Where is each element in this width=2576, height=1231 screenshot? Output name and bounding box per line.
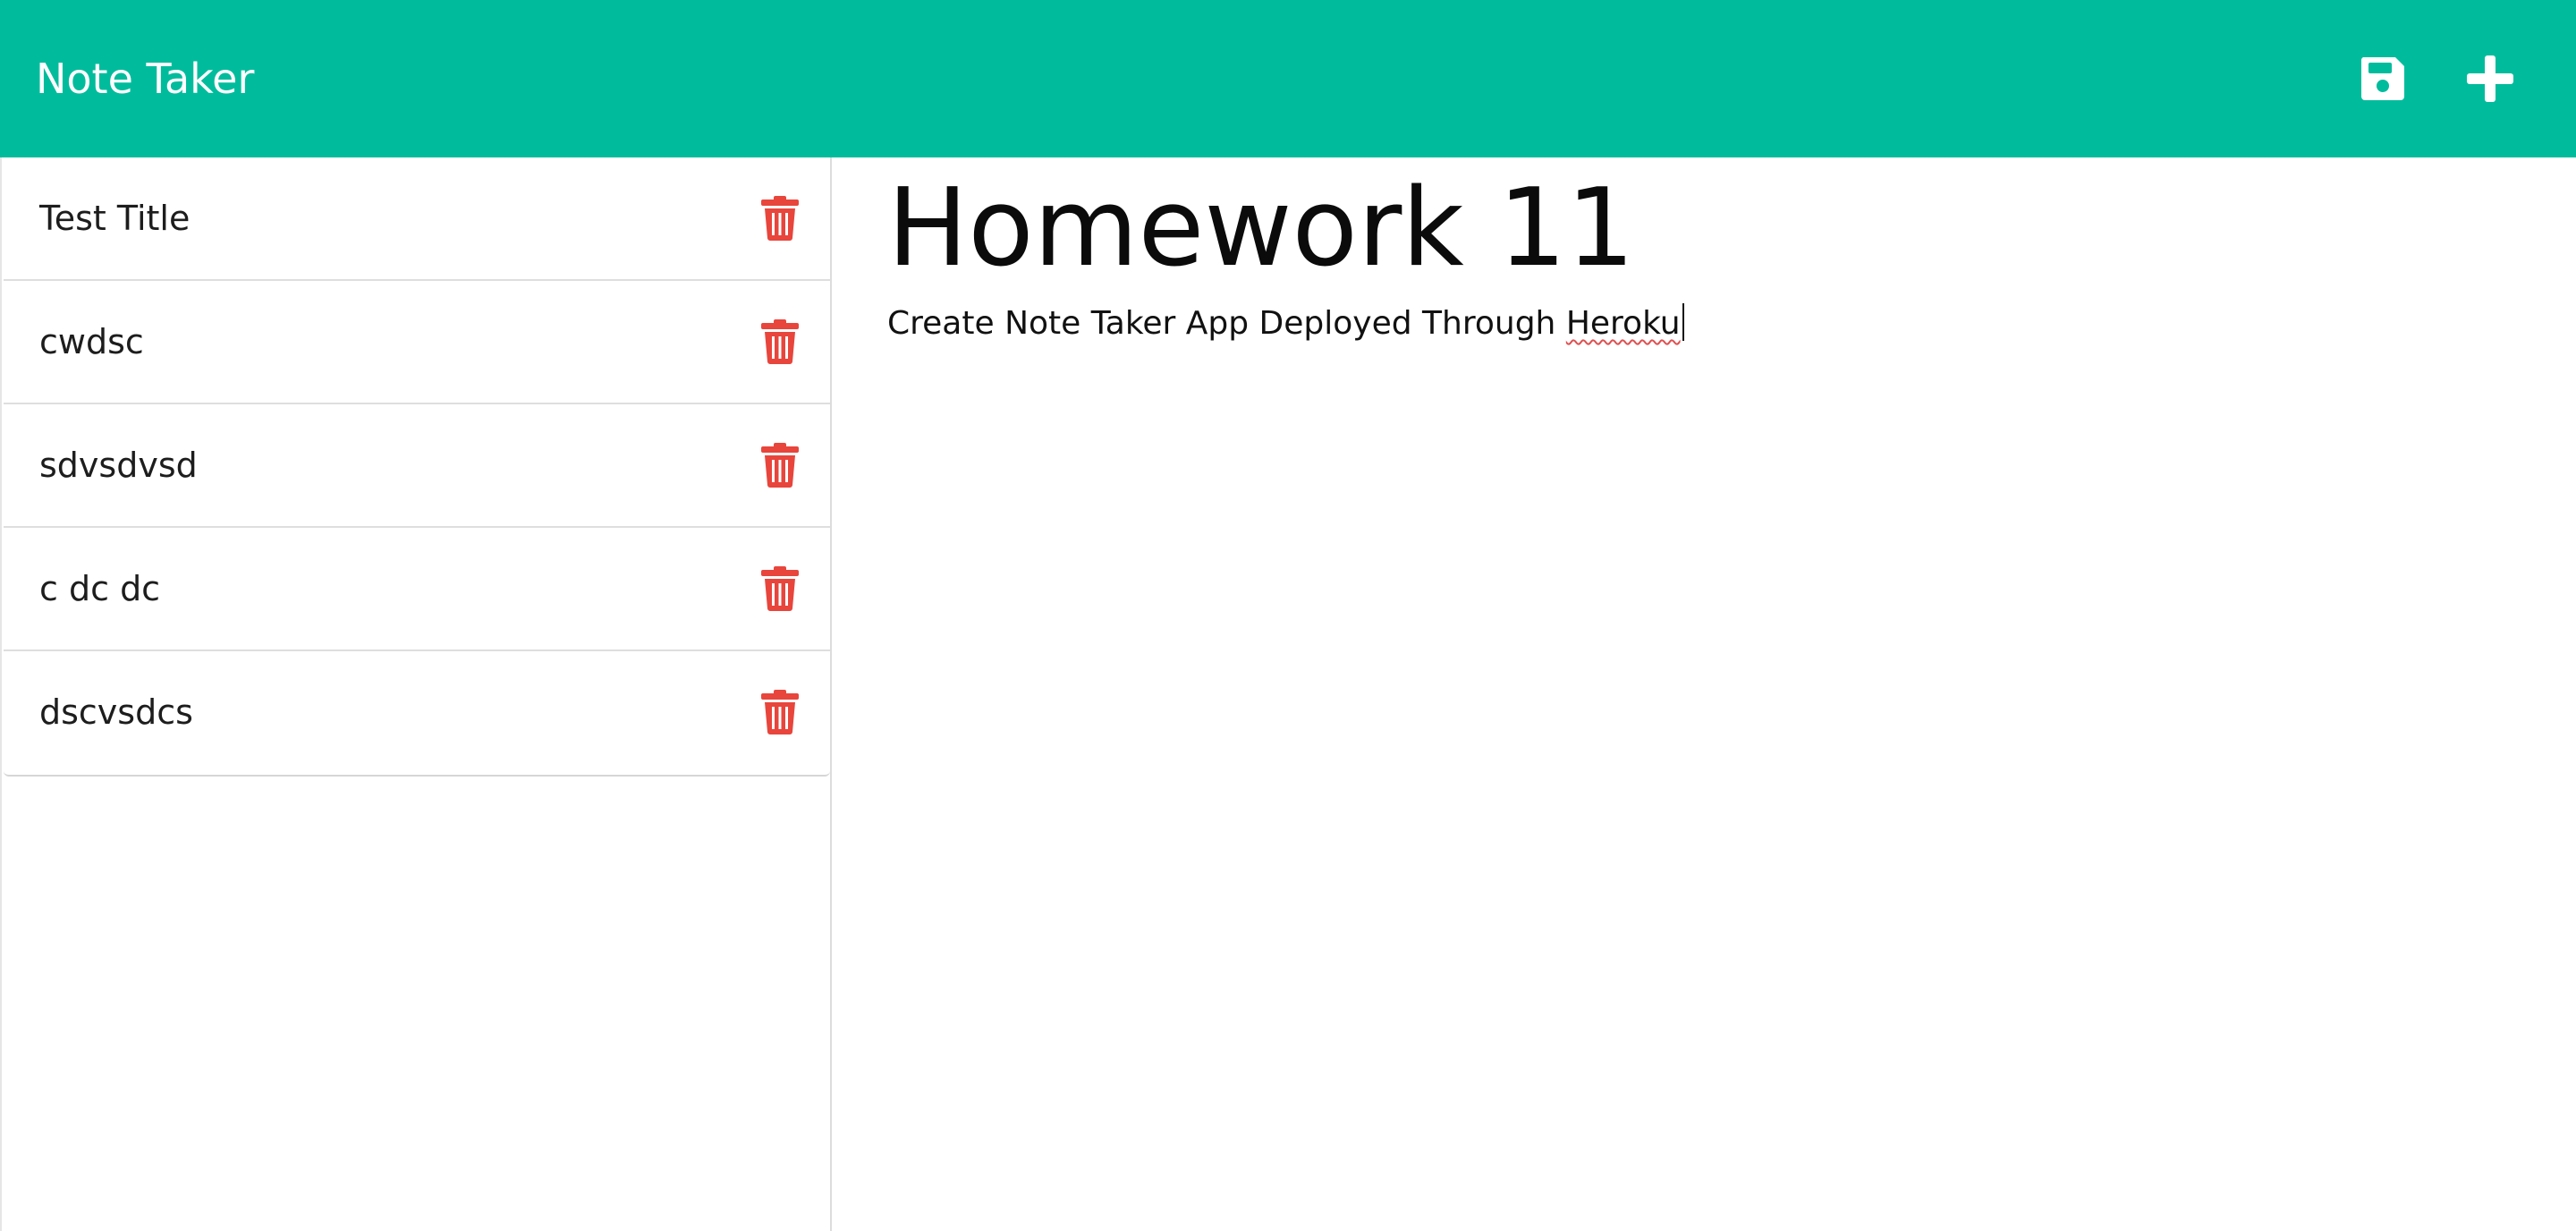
list-item[interactable]: dscvsdcs	[4, 651, 830, 775]
delete-note-button[interactable]	[755, 315, 805, 369]
plus-icon	[2467, 55, 2513, 102]
trash-icon	[761, 443, 799, 488]
text-cursor	[1682, 303, 1684, 341]
trash-icon	[761, 196, 799, 241]
trash-icon	[761, 566, 799, 611]
new-note-button[interactable]	[2454, 43, 2526, 115]
delete-note-button[interactable]	[755, 685, 805, 739]
note-list-title[interactable]: dscvsdcs	[39, 682, 193, 743]
note-list-title[interactable]: sdvsdvsd	[39, 435, 198, 496]
save-note-button[interactable]	[2347, 43, 2419, 115]
delete-note-button[interactable]	[755, 438, 805, 492]
list-item[interactable]: sdvsdvsd	[4, 404, 830, 528]
floppy-disk-icon	[2360, 57, 2404, 100]
note-list-title[interactable]: c dc dc	[39, 558, 160, 619]
delete-note-button[interactable]	[755, 191, 805, 245]
list-item[interactable]: cwdsc	[4, 281, 830, 404]
app-title[interactable]: Note Taker	[36, 48, 254, 109]
note-list-title[interactable]: Test Title	[39, 188, 190, 249]
note-list-title[interactable]: cwdsc	[39, 311, 144, 372]
trash-icon	[761, 319, 799, 364]
note-text-area[interactable]: Create Note Taker App Deployed Through H…	[887, 301, 2497, 1106]
trash-icon	[761, 690, 799, 734]
note-body-text: Create Note Taker App Deployed Through	[887, 305, 1566, 342]
delete-note-button[interactable]	[755, 562, 805, 616]
notes-sidebar: Test Title cwdsc sdvsdvsd c dc dc dscvsd…	[0, 157, 832, 1231]
list-item[interactable]: Test Title	[4, 157, 830, 281]
list-item[interactable]: c dc dc	[4, 528, 830, 651]
note-list: Test Title cwdsc sdvsdvsd c dc dc dscvsd…	[4, 157, 830, 777]
note-editor: Homework 11 Create Note Taker App Deploy…	[834, 157, 2576, 1231]
note-title-input[interactable]: Homework 11	[887, 166, 2497, 292]
navbar: Note Taker	[0, 0, 2576, 157]
misspelled-word: Heroku	[1565, 305, 1681, 342]
